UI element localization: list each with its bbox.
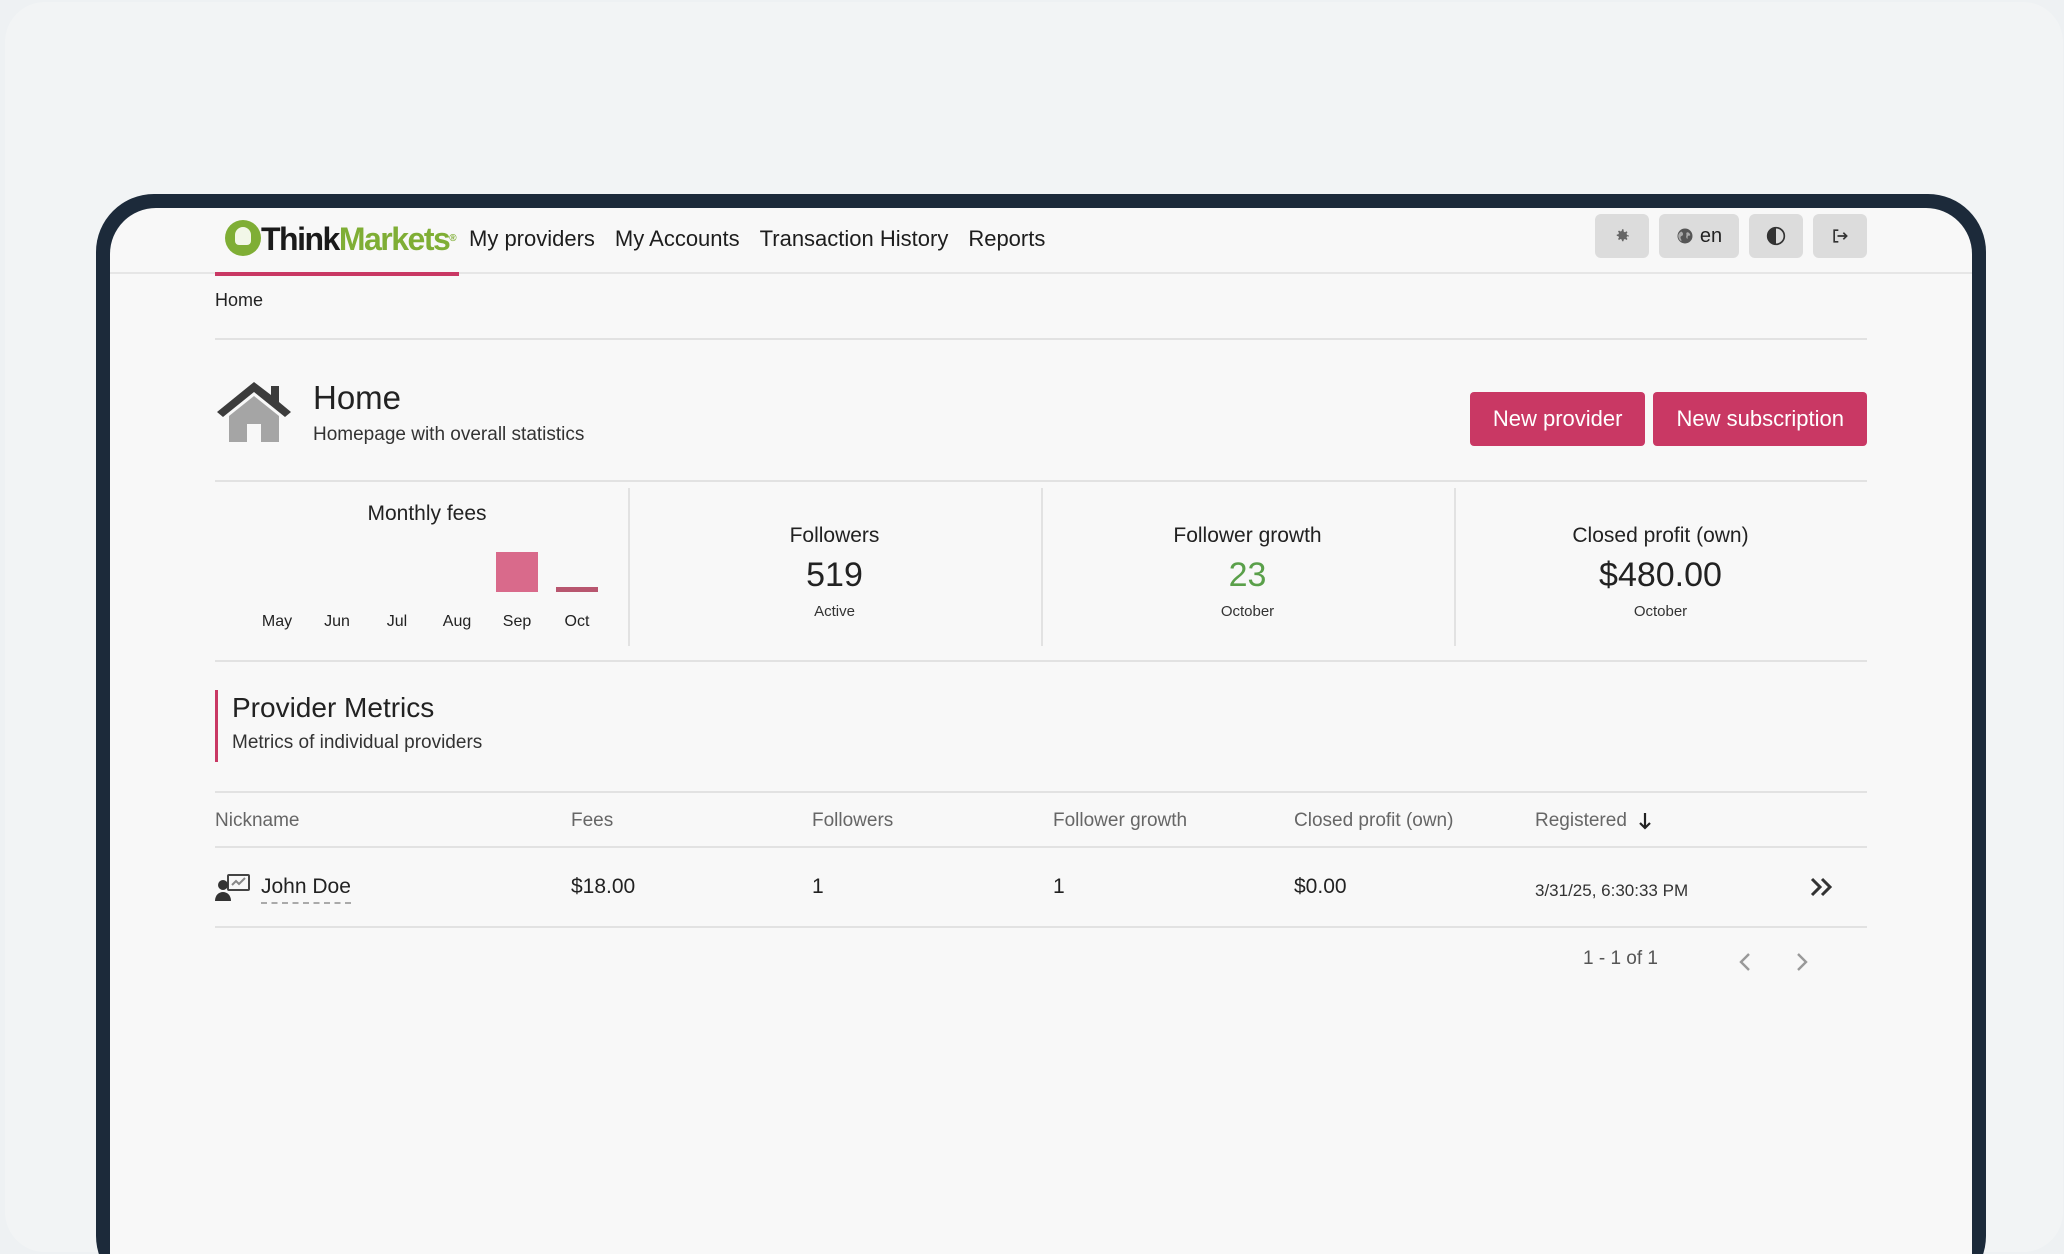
stat-follower-growth: Follower growth 23 October xyxy=(1041,488,1454,646)
follower-growth-cell: 1 xyxy=(1053,875,1065,898)
double-chevron-right-icon xyxy=(1810,877,1833,897)
contrast-icon xyxy=(1766,226,1786,246)
follower-growth-label: Follower growth xyxy=(1173,524,1322,547)
app-screen: ThinkMarkets® My providers My Accounts T… xyxy=(110,208,1972,1254)
nav-link-reports[interactable]: Reports xyxy=(968,222,1045,256)
divider xyxy=(215,791,1867,793)
pagination-range: 1 - 1 of 1 xyxy=(1583,948,1658,969)
page-subtitle: Homepage with overall statistics xyxy=(313,424,585,445)
fees-tick-label-jun: Jun xyxy=(324,613,350,630)
followers-sub: Active xyxy=(814,603,855,620)
monthly-fees-chart-svg: May Jun Jul Aug Sep Oct xyxy=(262,552,598,630)
nav-link-my-providers[interactable]: My providers xyxy=(469,222,595,256)
navbar: ThinkMarkets® My providers My Accounts T… xyxy=(110,208,1972,276)
table-header: Nickname Fees Followers Follower growth … xyxy=(215,808,1867,848)
logo-text: ThinkMarkets® xyxy=(261,220,457,258)
previous-page-button[interactable] xyxy=(1732,948,1760,976)
followers-cell: 1 xyxy=(812,875,824,898)
follower-growth-sub: October xyxy=(1220,603,1275,620)
column-header-closed-profit[interactable]: Closed profit (own) xyxy=(1294,808,1453,834)
thinkmarkets-logo[interactable]: ThinkMarkets® xyxy=(215,208,459,276)
table-row[interactable]: John Doe $18.00 1 1 $0.00 3/31/25, 6:30:… xyxy=(215,848,1867,926)
language-button[interactable]: en xyxy=(1659,214,1739,258)
gear-icon xyxy=(1616,229,1629,242)
column-header-registered[interactable]: Registered xyxy=(1535,808,1653,834)
monthly-fees-chart: Monthly fees May Jun Jul Aug Sep Oct xyxy=(247,502,607,638)
column-header-registered-label: Registered xyxy=(1535,810,1627,831)
monthly-fees-label: Monthly fees xyxy=(367,502,487,525)
header-actions: New provider New subscription xyxy=(1469,392,1867,446)
follower-growth-value: 23 xyxy=(1228,556,1267,594)
nickname-cell: John Doe xyxy=(215,872,351,904)
settings-button[interactable] xyxy=(1595,214,1649,258)
app-content: ThinkMarkets® My providers My Accounts T… xyxy=(110,208,1972,971)
column-header-fees[interactable]: Fees xyxy=(571,808,613,834)
row-details-button[interactable] xyxy=(1809,876,1835,903)
nav-link-transaction-history[interactable]: Transaction History xyxy=(760,222,949,256)
stat-closed-profit: Closed profit (own) $480.00 October xyxy=(1454,488,1867,646)
logout-button[interactable] xyxy=(1813,214,1867,258)
provider-metrics-header: Provider Metrics Metrics of individual p… xyxy=(215,690,482,762)
active-nav-indicator xyxy=(215,272,459,276)
next-page-button[interactable] xyxy=(1787,948,1815,976)
chevron-left-icon xyxy=(1739,953,1750,971)
divider xyxy=(215,338,1867,340)
stat-followers: Followers 519 Active xyxy=(628,488,1041,646)
lightbulb-icon xyxy=(225,220,261,256)
sort-descending-icon xyxy=(1639,813,1651,830)
closed-profit-value: $480.00 xyxy=(1599,556,1722,594)
nav-link-my-accounts[interactable]: My Accounts xyxy=(615,222,740,256)
section-subtitle: Metrics of individual providers xyxy=(232,732,483,753)
home-icon xyxy=(217,382,291,442)
logout-icon xyxy=(1833,229,1848,243)
closed-profit-sub: October xyxy=(1633,603,1688,620)
divider xyxy=(215,660,1867,662)
stat-monthly-fees: Monthly fees May Jun Jul Aug Sep Oct xyxy=(215,488,628,646)
new-provider-button[interactable]: New provider xyxy=(1469,392,1646,446)
logo-registered-mark: ® xyxy=(449,233,456,244)
section-title: Provider Metrics xyxy=(232,692,435,723)
page-header: Home Homepage with overall statistics Ne… xyxy=(215,378,1867,448)
logo-text-markets: Markets xyxy=(338,221,451,257)
followers-value: 519 xyxy=(806,556,863,594)
fees-bar-sep xyxy=(496,552,538,592)
column-header-followers[interactable]: Followers xyxy=(812,808,893,834)
nav-actions: en xyxy=(1595,214,1867,258)
followers-label: Followers xyxy=(789,524,880,547)
fees-tick-label-may: May xyxy=(262,613,292,630)
stats-row: Monthly fees May Jun Jul Aug Sep Oct Follower… xyxy=(215,488,1867,646)
fees-cell: $18.00 xyxy=(571,875,636,898)
language-label: en xyxy=(1699,224,1723,247)
globe-icon xyxy=(1677,228,1693,244)
column-header-follower-growth[interactable]: Follower growth xyxy=(1053,808,1187,834)
registered-cell: 3/31/25, 6:30:33 PM xyxy=(1535,881,1689,900)
fees-bar-oct xyxy=(556,587,598,592)
breadcrumb[interactable]: Home xyxy=(215,290,263,311)
closed-profit-label: Closed profit (own) xyxy=(1572,524,1749,547)
divider xyxy=(215,926,1867,928)
fees-tick-label-jul: Jul xyxy=(387,613,407,630)
divider xyxy=(215,480,1867,482)
fees-tick-label-oct: Oct xyxy=(565,613,590,630)
new-subscription-button[interactable]: New subscription xyxy=(1653,392,1867,446)
pagination: 1 - 1 of 1 xyxy=(1567,940,1867,980)
chevron-right-icon xyxy=(1797,953,1808,971)
provider-nickname-link[interactable]: John Doe xyxy=(261,872,351,904)
fees-tick-label-sep: Sep xyxy=(503,613,532,630)
provider-user-icon xyxy=(215,874,250,901)
closed-profit-cell: $0.00 xyxy=(1294,875,1347,898)
column-header-nickname[interactable]: Nickname xyxy=(215,808,299,834)
page-title: Home xyxy=(313,379,402,416)
theme-toggle-button[interactable] xyxy=(1749,214,1803,258)
fees-tick-label-aug: Aug xyxy=(443,613,471,630)
logo-text-think: Think xyxy=(261,221,340,257)
main-nav: My providers My Accounts Transaction His… xyxy=(469,222,1045,256)
